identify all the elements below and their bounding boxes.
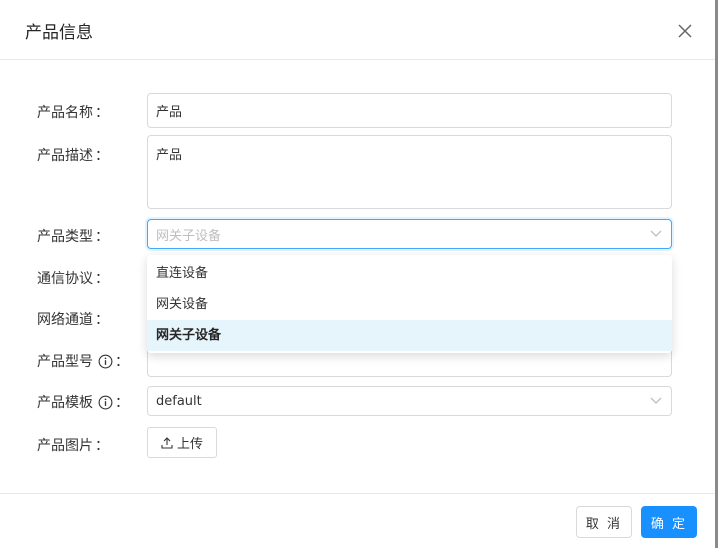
colon: ： xyxy=(95,438,109,454)
product-template-select[interactable]: default xyxy=(147,386,672,416)
image-label-row: 产品图片： xyxy=(37,435,109,455)
confirm-button[interactable]: 确 定 xyxy=(641,506,697,538)
product-type-select[interactable]: 网关子设备 xyxy=(147,219,672,249)
protocol-label-row: 通信协议： xyxy=(37,268,109,288)
colon: ： xyxy=(95,229,109,245)
dialog-footer: 取 消 确 定 xyxy=(0,493,715,548)
name-label-row: 产品名称： xyxy=(37,102,109,122)
info-icon[interactable] xyxy=(98,395,113,410)
template-label-row: 产品模板 ： xyxy=(37,392,129,412)
option-gateway-sub-device[interactable]: 网关子设备 xyxy=(147,320,672,351)
product-type-dropdown: 直连设备 网关设备 网关子设备 xyxy=(147,255,672,353)
description-label: 产品描述 xyxy=(37,148,93,164)
type-label: 产品类型 xyxy=(37,229,93,245)
chevron-down-icon xyxy=(650,397,662,404)
colon: ： xyxy=(95,271,109,287)
channel-label: 网络通道 xyxy=(37,312,93,328)
info-icon[interactable] xyxy=(98,354,113,369)
product-name-value: 产品 xyxy=(156,105,183,120)
model-label-row: 产品型号 ： xyxy=(37,351,129,371)
colon: ： xyxy=(95,105,109,121)
product-name-input[interactable]: 产品 xyxy=(147,93,672,128)
upload-button[interactable]: 上传 xyxy=(147,427,217,458)
image-label: 产品图片 xyxy=(37,438,93,454)
upload-icon xyxy=(161,436,173,449)
product-description-value: 产品 xyxy=(156,148,183,163)
option-gateway-device[interactable]: 网关设备 xyxy=(147,289,672,320)
close-icon[interactable] xyxy=(674,20,696,42)
dialog-title: 产品信息 xyxy=(25,23,93,43)
product-info-dialog: 产品信息 产品名称： 产品 产品描述： 产品 产品类型： 网关子设备 直连设备 … xyxy=(0,0,715,548)
colon: ： xyxy=(115,354,129,370)
cancel-button[interactable]: 取 消 xyxy=(576,506,632,538)
colon: ： xyxy=(95,312,109,328)
chevron-down-icon xyxy=(650,230,662,237)
model-label: 产品型号 xyxy=(37,354,93,370)
name-label: 产品名称 xyxy=(37,105,93,121)
colon: ： xyxy=(115,395,129,411)
dialog-header: 产品信息 xyxy=(0,0,715,60)
description-label-row: 产品描述： xyxy=(37,145,109,165)
product-description-textarea[interactable]: 产品 xyxy=(147,135,672,209)
type-label-row: 产品类型： xyxy=(37,226,109,246)
colon: ： xyxy=(95,148,109,164)
template-label: 产品模板 xyxy=(37,395,93,411)
channel-label-row: 网络通道： xyxy=(37,309,109,329)
upload-label: 上传 xyxy=(176,437,203,452)
product-type-selected-value: 网关子设备 xyxy=(156,228,222,244)
option-direct-device[interactable]: 直连设备 xyxy=(147,258,672,289)
protocol-label: 通信协议 xyxy=(37,271,93,287)
product-template-value: default xyxy=(156,393,202,409)
